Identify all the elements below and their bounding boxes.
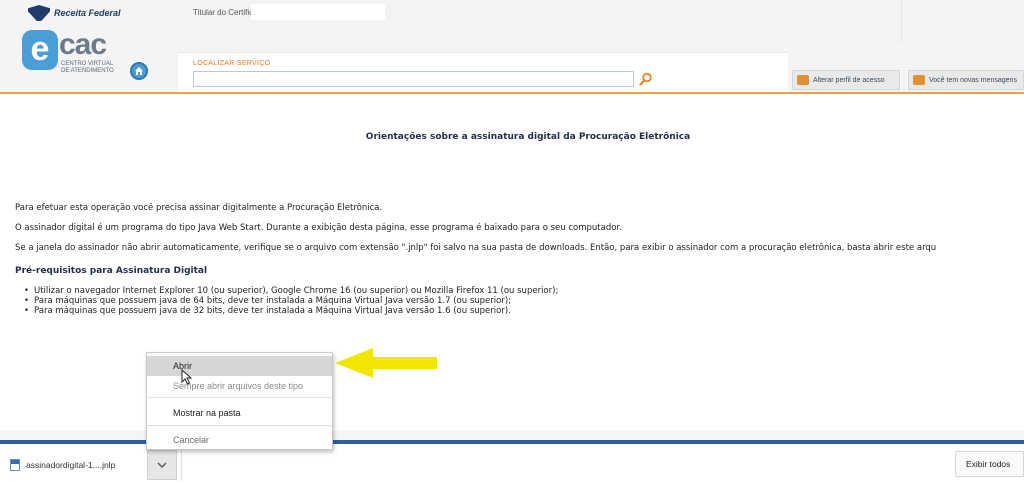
search-icon xyxy=(639,72,652,86)
download-context-menu: Abrir Sempre abrir arquivos deste tipo M… xyxy=(146,352,333,450)
list-item: Para máquinas que possuem java de 32 bit… xyxy=(24,306,558,316)
receita-federal-logo[interactable]: Receita Federal xyxy=(28,5,121,21)
receita-federal-emblem-icon xyxy=(28,5,50,21)
chevron-down-icon xyxy=(157,462,167,468)
show-all-downloads-button[interactable]: Exibir todos xyxy=(955,451,1024,477)
search-input[interactable] xyxy=(193,71,634,87)
instruction-paragraph: Para efetuar esta operação você precisa … xyxy=(15,203,383,213)
menu-item-open[interactable]: Abrir xyxy=(147,356,332,376)
mail-icon xyxy=(913,75,925,85)
change-profile-button[interactable]: Alterar perfil de acesso xyxy=(792,70,900,90)
search-label: LOCALIZAR SERVIÇO xyxy=(193,60,271,67)
prerequisites-list: Utilizar o navegador Internet Explorer 1… xyxy=(24,286,558,316)
menu-divider xyxy=(147,425,332,426)
cursor-icon xyxy=(181,369,193,385)
ecac-logo-cac: cac xyxy=(59,28,107,61)
search-button[interactable] xyxy=(638,71,654,87)
arrow-pointer-icon xyxy=(335,348,437,378)
menu-item-always-open[interactable]: Sempre abrir arquivos deste tipo xyxy=(147,376,332,396)
ecac-logo-e: e xyxy=(22,30,58,70)
browser-page: Receita Federal e cac CENTRO VIRTUAL DE … xyxy=(0,0,1024,485)
download-file-name: assinadordigital-1....jnlp xyxy=(26,460,116,470)
logo-area: Receita Federal e cac CENTRO VIRTUAL DE … xyxy=(0,0,178,92)
page-title: Orientações sobre a assinatura digital d… xyxy=(365,132,691,142)
menu-divider xyxy=(147,397,332,398)
agency-name: Receita Federal xyxy=(54,8,121,18)
menu-item-show-in-folder[interactable]: Mostrar na pasta xyxy=(147,403,332,423)
change-profile-label: Alterar perfil de acesso xyxy=(813,76,885,84)
jnlp-file-icon xyxy=(10,459,20,471)
site-header: Receita Federal e cac CENTRO VIRTUAL DE … xyxy=(0,0,1024,92)
messages-button[interactable]: Você tem novas mensagens xyxy=(908,70,1024,90)
menu-item-cancel[interactable]: Cancelar xyxy=(147,430,332,450)
download-divider xyxy=(181,449,182,481)
messages-label: Você tem novas mensagens xyxy=(929,76,1017,84)
download-menu-button[interactable] xyxy=(147,450,177,480)
instruction-paragraph: O assinador digital é um programa do tip… xyxy=(15,223,622,233)
home-icon xyxy=(135,67,143,75)
ecac-logo-subtitle: CENTRO VIRTUAL DE ATENDIMENTO xyxy=(61,61,114,74)
instruction-paragraph: Se a janela do assinador não abrir autom… xyxy=(15,243,937,253)
list-item: Para máquinas que possuem java de 64 bit… xyxy=(24,296,558,306)
user-profile-icon xyxy=(797,75,809,85)
certificate-value xyxy=(251,4,385,20)
prerequisites-heading: Pré-requisitos para Assinatura Digital xyxy=(15,266,208,276)
home-button[interactable] xyxy=(130,62,148,80)
list-item: Utilizar o navegador Internet Explorer 1… xyxy=(24,286,558,296)
header-divider xyxy=(0,92,1024,94)
